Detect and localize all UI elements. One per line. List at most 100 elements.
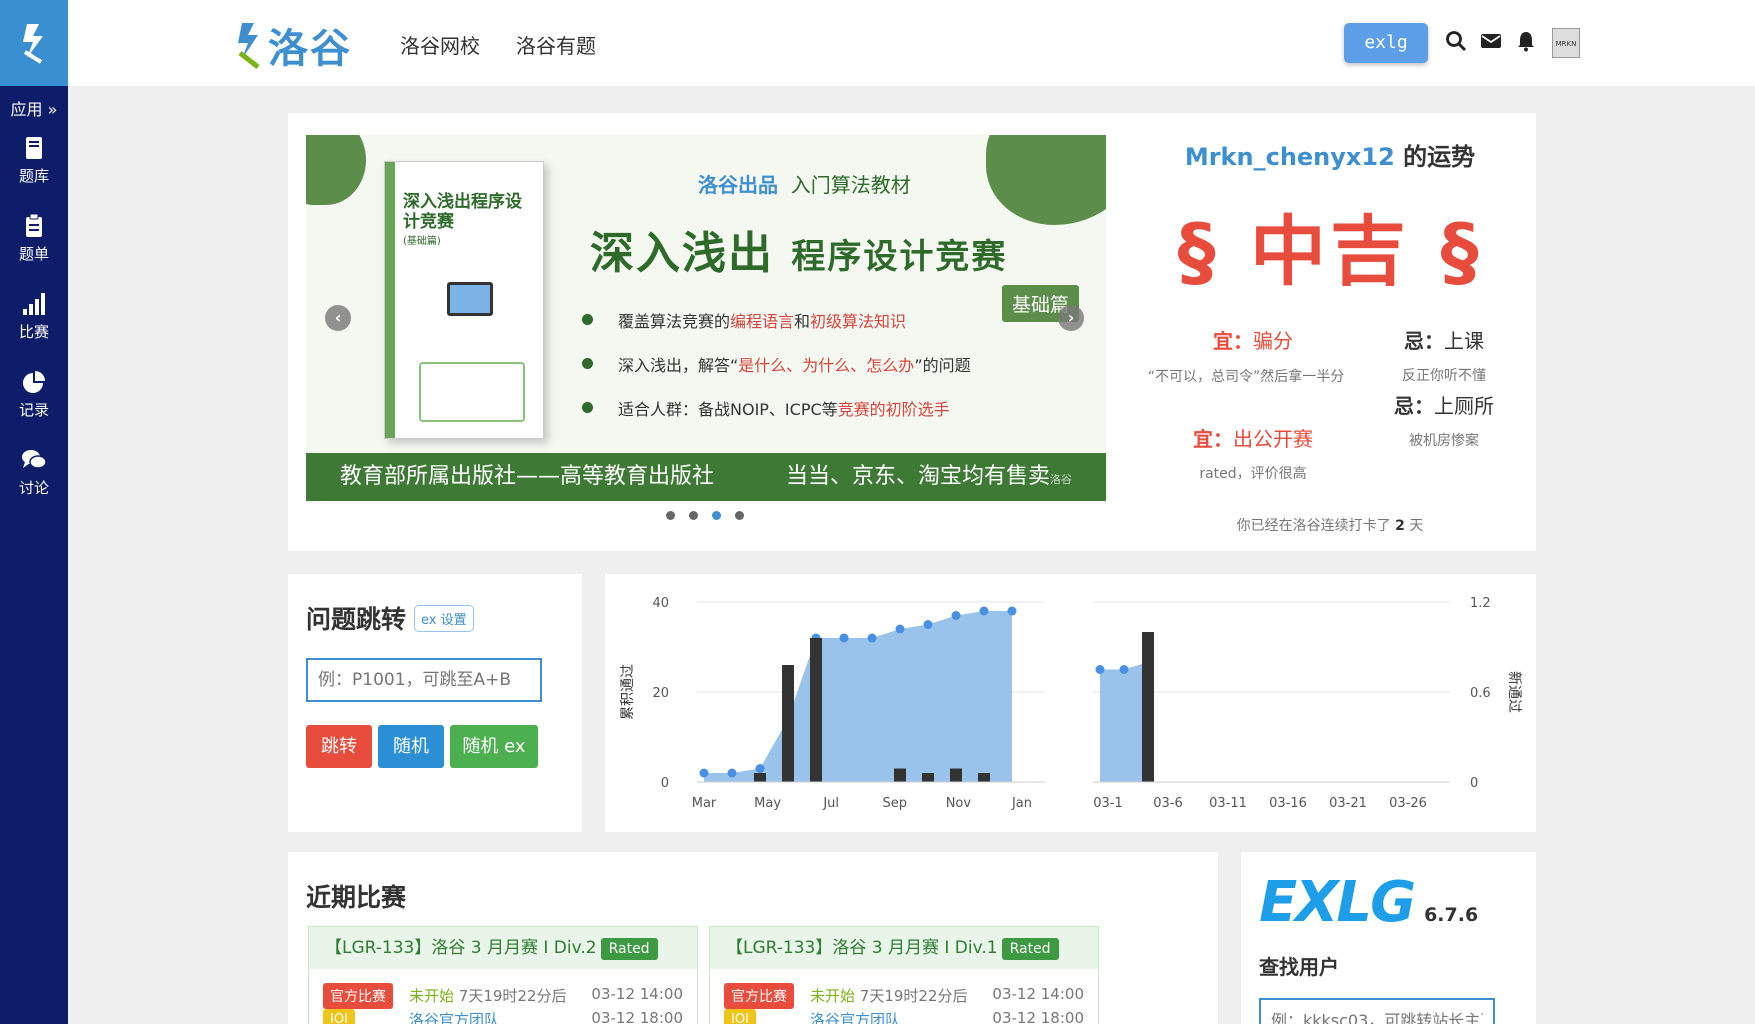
practice-charts: 0 20 40 累积通过 Mar May Jul Sep Nov Jan 0 0.6 1.2 新通过 03-… [620,596,1522,811]
book-spine [385,162,395,438]
x-tick-label: Mar [692,796,717,811]
book-subtitle: (基础篇) [403,236,441,247]
area-series [1100,662,1148,782]
problem-jump-input[interactable] [306,658,542,702]
bar [754,773,766,782]
jump-button[interactable]: 跳转 [306,725,372,768]
area-point [755,764,765,773]
carousel-dot-active[interactable] [712,511,721,520]
sidebar-item-label: 讨论 [18,479,49,497]
area-point [951,611,961,620]
sidebar-item-discuss[interactable]: 讨论 [0,434,68,512]
contest-item[interactable]: 【LGR-133】洛谷 3 月月赛 I Div.1 Rated 官方比赛 IOI … [709,926,1099,1024]
banner-footer: 教育部所属出版社——高等教育出版社 当当、京东、淘宝均有售卖洛谷 [306,453,1106,501]
fortune-good-1: 宜：骗分 [1213,329,1293,353]
area-point [895,624,905,634]
contest-status: 未开始 7天19时22分后 [409,987,567,1005]
contest-start: 03-12 14:00 [591,985,683,1003]
x-tick-label: 03-1 [1093,796,1123,811]
fortune-username[interactable]: Mrkn_chenyx12 [1185,143,1395,171]
banner-card: 深入浅出程序设计竞赛 (基础篇) 洛谷出品 入门算法教材 深入浅出 程序设计竞赛… [288,113,1536,551]
avatar[interactable]: MRKN [1552,28,1580,58]
x-tick-label: 03-26 [1389,796,1427,811]
x-tick-label: Jul [822,796,839,811]
search-icon[interactable] [1444,29,1468,53]
book-icon [26,137,42,159]
fortune-bad-2-desc: 被机房惨案 [1409,433,1479,449]
contest-name[interactable]: 【LGR-133】洛谷 3 月月赛 I Div.2 [325,938,597,958]
y-tick-label: 0.6 [1470,686,1491,701]
contest-host[interactable]: 洛谷官方团队 [810,1009,900,1024]
bar [950,768,962,782]
fortune-title: Mrkn_chenyx12 的运势 [1184,143,1476,171]
recent-contests-card: 近期比赛 【LGR-133】洛谷 3 月月赛 I Div.2 Rated 官方比赛… [288,852,1218,1024]
contest-name[interactable]: 【LGR-133】洛谷 3 月月赛 I Div.1 [726,938,998,958]
rated-badge: Rated [600,938,658,960]
banner-bullet: 覆盖算法竞赛的编程语言和初级算法知识 [581,308,906,332]
luogu-logo-icon[interactable] [0,0,68,86]
sidebar-item-problems[interactable]: 题库 [0,122,68,200]
nav-link-school[interactable]: 洛谷网校 [400,30,480,59]
fortune-good-2: 宜：出公开赛 [1193,427,1313,451]
banner-brand: 洛谷出品 [698,173,778,197]
y-tick-label: 0 [1470,776,1478,791]
bell-icon[interactable] [1514,29,1538,53]
contest-end: 03-12 18:00 [992,1009,1084,1024]
book-info-box [419,362,525,422]
carousel-dots [666,511,744,520]
mail-icon[interactable] [1479,29,1503,53]
contest-status: 未开始 7天19时22分后 [810,987,968,1005]
find-user-input[interactable] [1259,998,1495,1024]
bar [894,768,906,782]
brand[interactable]: 洛谷 [234,16,352,74]
carousel-dot[interactable] [735,511,744,520]
apps-menu[interactable]: 应用 » [0,98,68,122]
y-tick-label: 1.2 [1470,596,1491,611]
area-point [1119,665,1129,674]
banner-footer-right: 当当、京东、淘宝均有售卖洛谷 [785,464,1072,489]
banner-brand-line: 洛谷出品 入门算法教材 [698,169,911,198]
area-point [1095,665,1105,674]
fortune-result: § 中吉 § [1177,207,1483,296]
ex-settings-button[interactable]: ex 设置 [414,604,474,632]
x-tick-label: Nov [946,796,972,811]
area-point [867,633,877,643]
carousel-dot[interactable] [689,511,698,520]
y-tick-label: 20 [652,686,669,701]
carousel-dot[interactable] [666,511,675,520]
sidebar-item-training[interactable]: 题单 [0,200,68,278]
carousel-prev-icon[interactable]: ‹ [325,305,351,331]
recent-contests-title: 近期比赛 [306,883,407,912]
banner-title: 深入浅出 程序设计竞赛 [590,217,1007,281]
sidebar: 应用 » 题库 题单 比赛 记录 讨论 [0,0,68,1024]
sidebar-item-records[interactable]: 记录 [0,356,68,434]
random-button[interactable]: 随机 [378,725,444,768]
pie-chart-icon [23,371,45,393]
clipboard-icon [26,214,42,237]
bar [782,665,794,782]
contest-host[interactable]: 洛谷官方团队 [409,1009,499,1024]
signal-icon [23,293,45,315]
format-badge: IOI [724,1009,756,1024]
fortune-bad-1-desc: 反正你听不懂 [1402,368,1486,384]
fortune-panel: Mrkn_chenyx12 的运势 § 中吉 § 宜：骗分 “不可以，总司令”然… [1124,137,1536,534]
banner-carousel[interactable]: 深入浅出程序设计竞赛 (基础篇) 洛谷出品 入门算法教材 深入浅出 程序设计竞赛… [306,135,1106,501]
practice-chart-card: 0 20 40 累积通过 Mar May Jul Sep Nov Jan 0 0.6 1.2 新通过 03-… [605,574,1536,832]
sidebar-item-contests[interactable]: 比赛 [0,278,68,356]
problem-jump-title: 问题跳转 ex 设置 [306,600,564,636]
area-point [1007,606,1017,616]
x-tick-label: 03-11 [1209,796,1247,811]
area-point [839,633,849,643]
x-tick-label: Sep [883,796,908,811]
random-ex-button[interactable]: 随机 ex [450,725,538,768]
nav-link-youti[interactable]: 洛谷有题 [516,30,596,59]
y-axis-label: 累积通过 [620,664,636,720]
exlg-button[interactable]: exlg [1344,23,1428,63]
book-cover-image: 深入浅出程序设计竞赛 (基础篇) [384,161,544,439]
area-point [699,768,709,778]
carousel-next-icon[interactable]: › [1058,305,1084,331]
sidebar-item-label: 题单 [18,245,49,263]
x-tick-label: Jan [1011,796,1032,811]
contest-header: 【LGR-133】洛谷 3 月月赛 I Div.2 Rated [309,927,697,969]
contest-item[interactable]: 【LGR-133】洛谷 3 月月赛 I Div.2 Rated 官方比赛 IOI … [308,926,698,1024]
